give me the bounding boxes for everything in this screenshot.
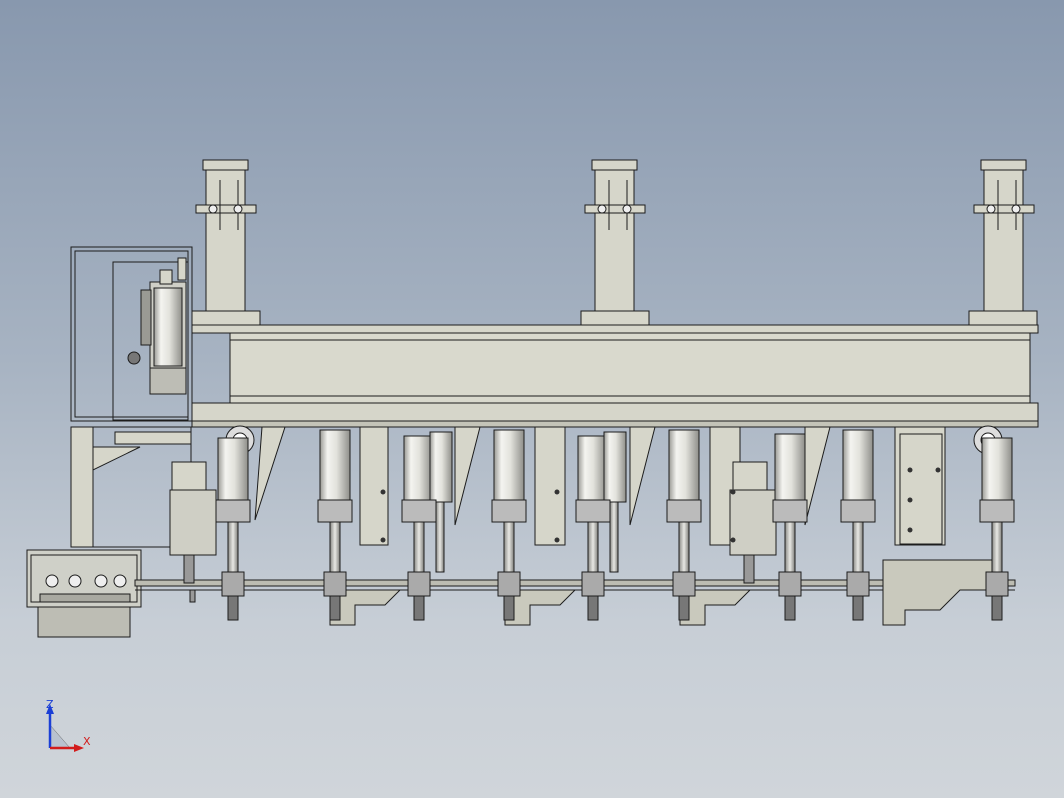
axis-x-label: X: [83, 735, 91, 748]
assembly-drawing[interactable]: [0, 0, 1064, 798]
control-cabinet: [70, 246, 193, 422]
cylinder-9: [979, 437, 1015, 621]
cylinder-3: [401, 431, 453, 621]
cylinder-5: [575, 431, 627, 621]
top-post-left: [195, 159, 257, 319]
top-post-center: [584, 159, 646, 319]
main-beam: [191, 324, 1039, 428]
cylinder-7: [772, 433, 808, 621]
top-post-right: [973, 159, 1035, 319]
axis-z-label: Z: [46, 698, 54, 711]
coordinate-triad-icon: [46, 704, 84, 752]
valve-manifold: [26, 549, 142, 638]
cylinder-1: [215, 437, 251, 621]
cad-viewport[interactable]: Z X: [0, 0, 1064, 798]
cylinder-8: [840, 429, 876, 621]
